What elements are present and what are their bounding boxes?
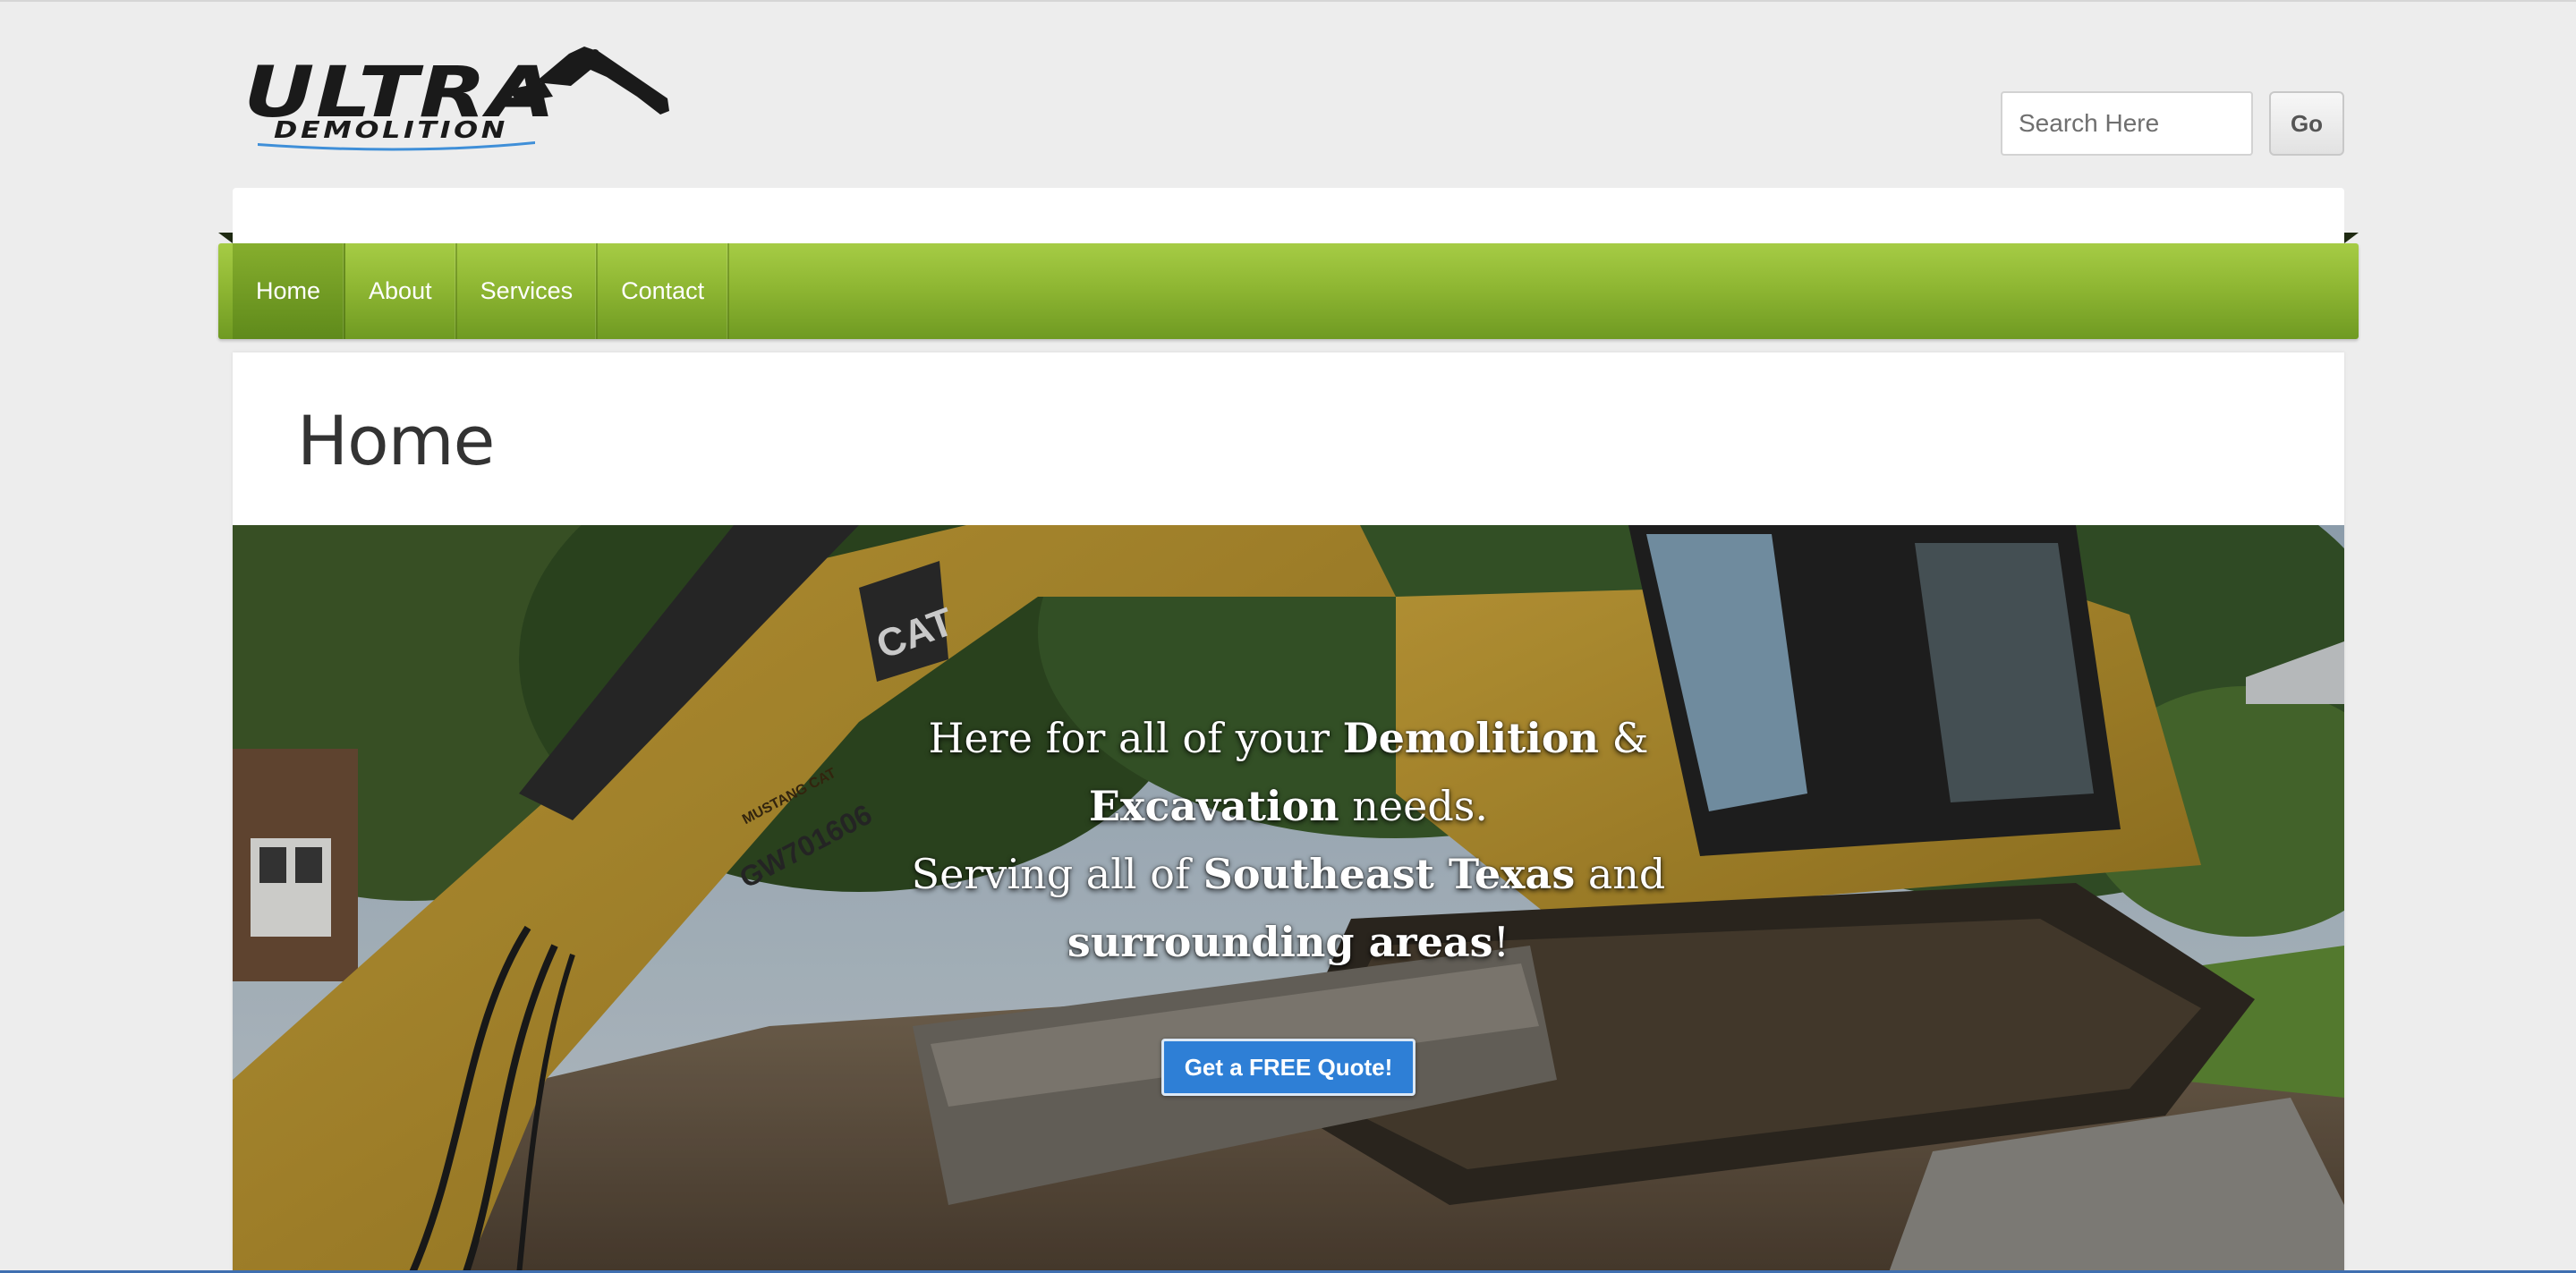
nav-list: Home About Services Contact	[233, 243, 730, 339]
nav-item-home[interactable]: Home	[233, 243, 346, 339]
nav-item-services[interactable]: Services	[457, 243, 599, 339]
logo-secondary-text: DEMOLITION	[274, 117, 508, 144]
nav-fold-left	[218, 233, 233, 243]
hero-line3-bold: Southeast Texas	[1203, 850, 1576, 898]
hero-line3-pre: Serving all of	[911, 850, 1203, 898]
hero-line4-post: !	[1492, 918, 1510, 966]
hero-banner: CAT MUSTANG CAT GW701606 Here for all of…	[233, 525, 2344, 1273]
main-nav: Home About Services Contact	[218, 243, 2359, 339]
header-strip	[233, 188, 2344, 243]
nav-fold-right	[2344, 233, 2359, 243]
hero-line1-post: &	[1598, 714, 1649, 762]
hero-line3-post: and	[1575, 850, 1666, 898]
content-area: Home Here for all of your Demolition & E…	[233, 352, 2344, 1273]
hero-line2-post: needs.	[1339, 782, 1489, 830]
nav-item-contact[interactable]: Contact	[598, 243, 730, 339]
free-quote-button[interactable]: Get a FREE Quote!	[1161, 1039, 1416, 1096]
hero-line4-bold: surrounding areas	[1067, 918, 1493, 966]
page: ULTRA DEMOLITION Go Home About Services …	[0, 0, 2576, 1273]
hero-line1-bold: Demolition	[1342, 714, 1599, 762]
page-title: Home	[297, 401, 495, 480]
hero-line1-pre: Here for all of your	[928, 714, 1343, 762]
nav-item-about[interactable]: About	[345, 243, 457, 339]
hero-tagline: Here for all of your Demolition & Excava…	[895, 704, 1682, 976]
site-logo[interactable]: ULTRA DEMOLITION	[240, 27, 678, 152]
hero-line2-bold: Excavation	[1088, 782, 1339, 830]
search-input[interactable]	[2001, 91, 2253, 156]
search-form: Go	[2001, 91, 2344, 156]
search-go-button[interactable]: Go	[2269, 91, 2344, 156]
